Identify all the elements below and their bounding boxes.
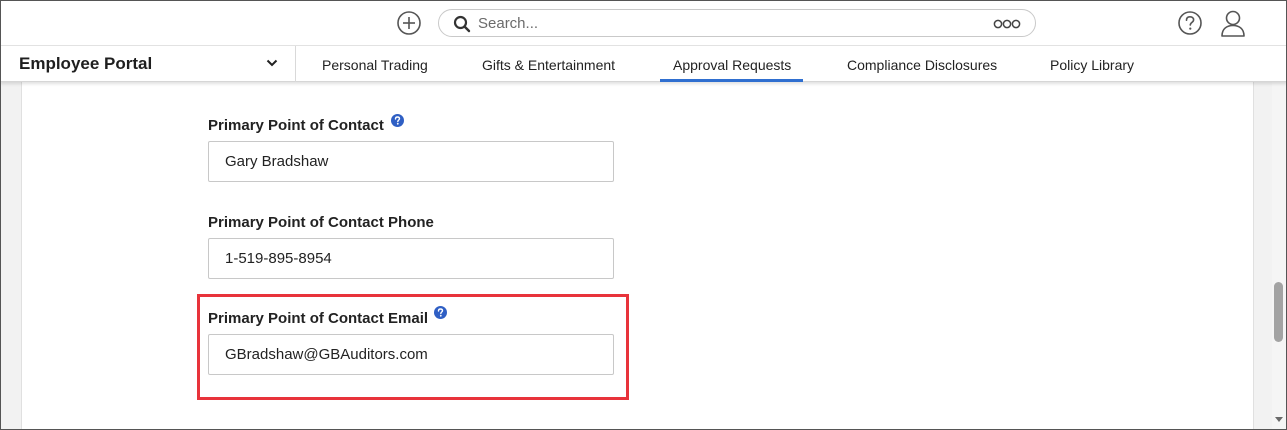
user-profile-icon[interactable]	[1220, 9, 1246, 37]
field-label-phone: Primary Point of Contact Phone	[208, 214, 434, 231]
top-bar: Search...	[0, 0, 1287, 46]
form-card	[21, 82, 1254, 430]
field-label-email: Primary Point of Contact Email	[208, 310, 429, 327]
contact-name-input[interactable]	[208, 141, 614, 182]
tab-policy-library[interactable]: Policy Library	[1050, 46, 1134, 82]
search-input[interactable]: Search...	[478, 15, 538, 32]
tab-gifts-entertainment[interactable]: Gifts & Entertainment	[482, 46, 615, 82]
scrollbar-thumb[interactable]	[1274, 282, 1283, 342]
main-nav: Employee Portal Personal Trading Gifts &…	[0, 46, 1287, 82]
plus-circle-icon[interactable]	[396, 10, 422, 36]
more-options-icon[interactable]	[993, 16, 1021, 32]
contact-email-input[interactable]	[208, 334, 614, 375]
tab-approval-requests[interactable]: Approval Requests	[660, 46, 804, 82]
help-circle-icon[interactable]	[1177, 10, 1203, 36]
portal-title: Employee Portal	[19, 54, 153, 73]
help-question-icon[interactable]	[391, 114, 404, 127]
portal-selector[interactable]: Employee Portal	[0, 46, 296, 82]
tab-compliance-disclosures[interactable]: Compliance Disclosures	[847, 46, 997, 82]
search-bar[interactable]: Search...	[438, 9, 1036, 37]
scrollbar[interactable]	[1272, 82, 1287, 430]
field-label-contact: Primary Point of Contact	[208, 117, 384, 134]
scroll-down-arrow-icon[interactable]	[1275, 417, 1283, 422]
contact-phone-input[interactable]	[208, 238, 614, 279]
help-question-icon[interactable]	[434, 306, 447, 319]
tab-personal-trading[interactable]: Personal Trading	[322, 46, 428, 82]
chevron-down-icon[interactable]	[266, 58, 278, 68]
search-icon	[453, 15, 471, 33]
